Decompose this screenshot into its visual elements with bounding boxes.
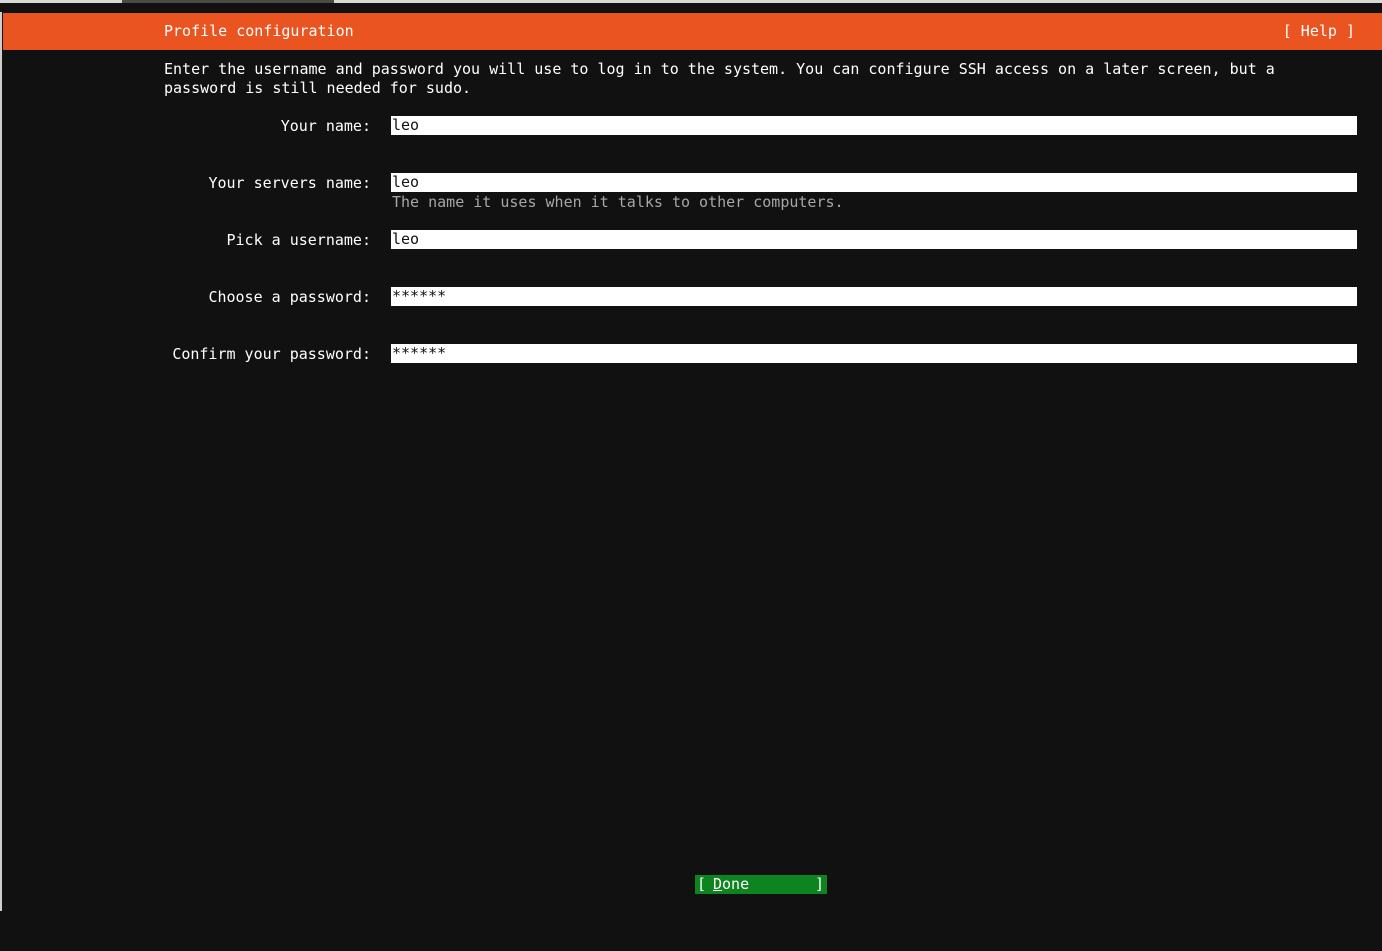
window-tab: [0, 0, 122, 3]
page-title: Profile configuration: [164, 22, 354, 40]
done-label: Done: [713, 875, 749, 894]
done-label-rest: one: [722, 875, 750, 893]
done-bracket-close: ]: [814, 875, 824, 893]
window-left-border: [0, 12, 2, 911]
username-label: Pick a username:: [226, 231, 372, 249]
window-tab-active: [122, 0, 335, 3]
password-label: Choose a password:: [208, 288, 371, 306]
done-button[interactable]: [ Done ]: [695, 875, 827, 894]
help-button[interactable]: [ Help ]: [1283, 22, 1355, 41]
done-bracket-open: [: [697, 875, 707, 893]
intro-text: Enter the username and password you will…: [164, 60, 1275, 97]
your-name-label: Your name:: [280, 117, 371, 135]
done-hotkey-letter: D: [713, 875, 723, 893]
window-tab: [334, 0, 1382, 3]
username-input[interactable]: leo: [391, 230, 1357, 249]
server-name-input[interactable]: leo: [391, 173, 1357, 192]
server-name-label: Your servers name:: [208, 174, 371, 192]
server-name-hint: The name it uses when it talks to other …: [392, 193, 844, 211]
header-bar: Profile configuration [ Help ]: [3, 13, 1382, 50]
password-input[interactable]: ******: [391, 287, 1357, 306]
your-name-input[interactable]: leo: [391, 116, 1357, 135]
window-top-strip: [0, 0, 1382, 12]
confirm-password-label: Confirm your password:: [172, 345, 371, 363]
confirm-password-input[interactable]: ******: [391, 344, 1357, 363]
